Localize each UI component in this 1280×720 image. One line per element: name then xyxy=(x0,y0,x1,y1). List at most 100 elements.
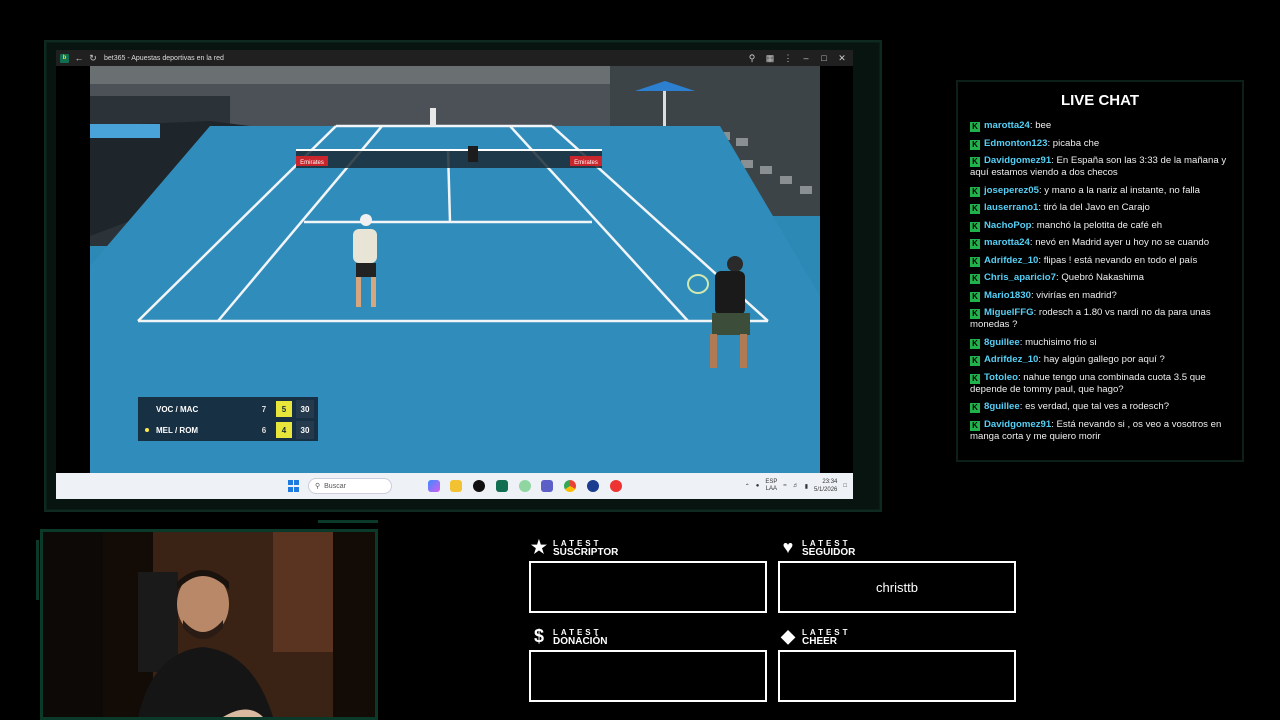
diamond-icon: ◆ xyxy=(781,625,795,646)
serving-indicator-icon xyxy=(145,428,149,432)
wifi-icon[interactable]: ≈ xyxy=(783,483,786,489)
whatsapp-icon[interactable] xyxy=(519,480,531,492)
chat-username[interactable]: Davidgomez91 xyxy=(984,155,1051,166)
chat-username[interactable]: Totoleo xyxy=(984,372,1018,383)
team-name: VOC / MAC xyxy=(156,404,199,414)
zoom-icon[interactable]: ⚲ xyxy=(745,50,759,66)
chat-text: vivirías en madrid? xyxy=(1036,289,1117,301)
back-arrow-icon[interactable]: ← xyxy=(72,50,86,66)
chat-username[interactable]: NachoPop xyxy=(984,220,1031,231)
chat-username[interactable]: 8guillee xyxy=(984,337,1020,348)
taskbar-search-input[interactable]: ⚲ Buscar xyxy=(308,478,392,494)
chat-message: K Chris_aparicio7: Quebró Nakashima xyxy=(970,272,1232,284)
chat-username[interactable]: Chris_aparicio7 xyxy=(984,272,1056,283)
chat-message: K 8guillee: es verdad, que tal ves a rode… xyxy=(970,401,1232,413)
chat-message: K Davidgomez91: En España son las 3:33 de… xyxy=(970,155,1232,179)
kick-badge-icon: K xyxy=(970,373,980,384)
kick-badge-icon: K xyxy=(970,186,980,197)
kick-badge-icon: K xyxy=(970,139,980,150)
chat-message: Kmarotta24: bee xyxy=(970,120,1232,132)
volume-icon[interactable]: ♬ xyxy=(793,483,799,489)
kick-badge-icon: K xyxy=(970,122,980,132)
maximize-button[interactable]: □ xyxy=(817,50,831,66)
windows-start-icon[interactable] xyxy=(288,480,300,492)
chat-text: bee xyxy=(1035,120,1052,131)
browser-tab-title: bet365 - Apuestas deportivas en la red xyxy=(104,54,224,62)
chat-message: Kmarotta24: nevó en Madrid ayer u hoy no… xyxy=(970,237,1232,249)
game-score: 5 xyxy=(276,401,292,417)
chat-username[interactable]: Davidgomez91 xyxy=(984,419,1051,430)
chat-message: K Totoleo: nahue tengo una combinada cuot… xyxy=(970,372,1232,396)
clock-time: 23:34 xyxy=(822,479,838,485)
chrome-icon[interactable] xyxy=(564,480,576,492)
chat-text: flipas ! está nevando en todo el país xyxy=(1043,254,1198,266)
chat-username[interactable]: lauserrano1 xyxy=(984,202,1038,213)
widget-title: SEGUIDOR xyxy=(802,547,856,558)
language-indicator[interactable]: ESP LAA xyxy=(765,479,777,493)
clock-date: 5/1/2026 xyxy=(814,487,838,493)
app-icon[interactable] xyxy=(587,480,599,492)
latest-donacion-widget: $ LATEST DONACIÓN xyxy=(529,626,767,702)
kick-badge-icon: K xyxy=(970,291,980,302)
teams-icon[interactable] xyxy=(541,480,553,492)
cam-accent-top xyxy=(318,520,378,523)
kick-badge-icon: K xyxy=(970,157,980,167)
latest-cheer-value xyxy=(778,650,1016,702)
close-button[interactable]: ✕ xyxy=(835,50,849,66)
battery-icon[interactable]: ▮ xyxy=(805,483,808,490)
browser-titlebar: b ← ↻ bet365 - Apuestas deportivas en la… xyxy=(56,50,853,66)
chat-username[interactable]: joseperez05 xyxy=(984,185,1039,196)
chat-username[interactable]: marotta24 xyxy=(984,120,1030,131)
more-menu-icon[interactable]: ⋮ xyxy=(781,50,795,66)
tiktok-icon[interactable] xyxy=(473,480,485,492)
cam-accent-left xyxy=(36,540,39,600)
chat-username[interactable]: Edmonton123 xyxy=(984,138,1047,149)
kick-badge-icon: K xyxy=(970,338,980,349)
kick-badge-icon: K xyxy=(970,420,980,431)
chat-text: picaba che xyxy=(1052,137,1100,149)
chat-username[interactable]: marotta24 xyxy=(984,237,1030,248)
minimize-button[interactable]: – xyxy=(799,50,813,66)
bet365-app-icon[interactable] xyxy=(496,480,508,492)
streamer-camera-image xyxy=(43,532,375,717)
chat-username[interactable]: Mario1830 xyxy=(984,290,1031,301)
chat-message: K Mario1830: vivirías en madrid? xyxy=(970,290,1232,302)
chat-message: K Adrifdez_10: flipas ! está nevando en t… xyxy=(970,255,1232,267)
system-tray: ⌃ ● ESP LAA ≈ ♬ ▮ 23:34 5/1/2026 □ xyxy=(745,477,847,495)
microphone-icon[interactable]: ● xyxy=(756,483,760,489)
chat-text: hay algún gallego por aquí ? xyxy=(1043,354,1165,365)
reload-icon[interactable]: ↻ xyxy=(86,50,100,66)
webcam-feed xyxy=(40,529,378,720)
kick-badge-icon: K xyxy=(970,204,980,214)
chat-username[interactable]: Adrifdez_10 xyxy=(984,255,1038,266)
tennis-video-player[interactable]: Emirates Emirates VOC / MAC 7 5 30 MEL /… xyxy=(56,66,853,473)
latest-suscriptor-value xyxy=(529,561,767,613)
latest-seguidor-widget: ♥ LATEST SEGUIDOR christtb xyxy=(778,537,1016,613)
extensions-icon[interactable]: ▦ xyxy=(763,50,777,66)
notification-app-icon[interactable] xyxy=(610,480,622,492)
chat-username[interactable]: MiguelFFG xyxy=(984,307,1034,318)
kick-badge-icon: K xyxy=(970,356,980,366)
notifications-icon[interactable]: □ xyxy=(843,483,847,489)
point-score: 30 xyxy=(296,421,314,439)
set-score: 7 xyxy=(261,404,267,414)
chevron-up-icon[interactable]: ⌃ xyxy=(745,483,750,490)
dollar-icon: $ xyxy=(533,625,544,646)
net-banner-right: Emirates xyxy=(574,160,598,166)
point-score: 30 xyxy=(296,400,314,418)
copilot-icon[interactable] xyxy=(428,480,440,492)
latest-cheer-widget: ◆ LATEST CHEER xyxy=(778,626,1016,702)
taskbar-clock[interactable]: 23:34 5/1/2026 xyxy=(814,478,837,494)
kick-badge-icon: K xyxy=(970,239,980,249)
live-chat-panel: LIVE CHAT Kmarotta24: bee K Edmonton123: p… xyxy=(956,80,1244,462)
file-explorer-icon[interactable] xyxy=(450,480,462,492)
kick-badge-icon: K xyxy=(970,256,980,267)
chat-username[interactable]: 8guillee xyxy=(984,401,1020,412)
chat-message-list[interactable]: Kmarotta24: bee K Edmonton123: picaba che K… xyxy=(970,120,1232,448)
latest-suscriptor-widget: ★ LATEST SUSCRIPTOR xyxy=(529,537,767,613)
search-icon: ⚲ xyxy=(315,483,321,490)
chat-username[interactable]: Adrifdez_10 xyxy=(984,354,1038,365)
chat-text: manchó la pelotita de café eh xyxy=(1036,219,1163,231)
widget-title: DONACIÓN xyxy=(553,636,608,647)
game-score: 4 xyxy=(276,422,292,438)
